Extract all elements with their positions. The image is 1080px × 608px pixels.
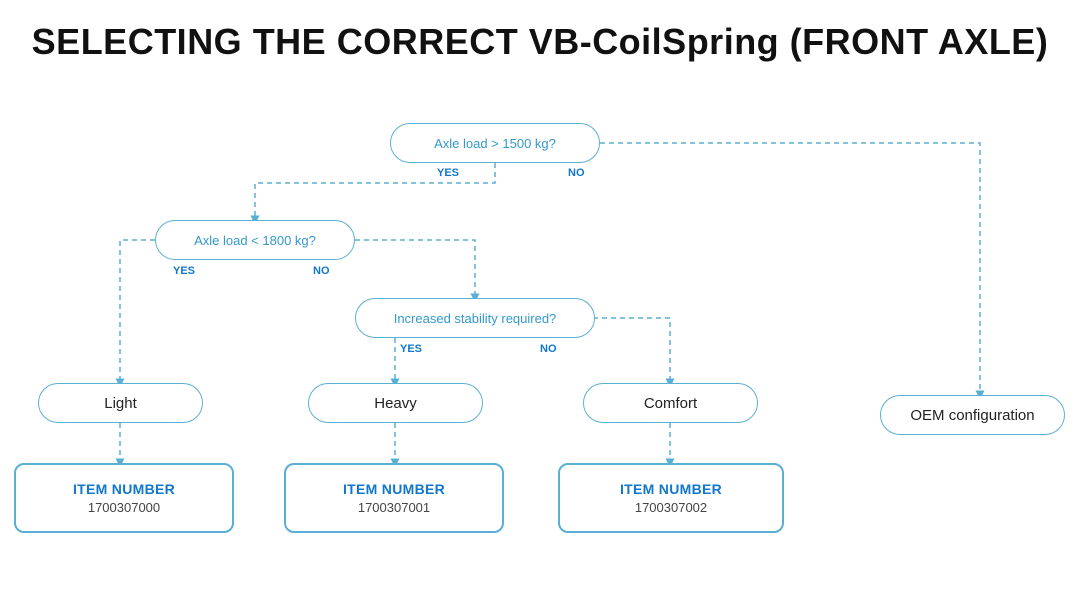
d2-yes-label: YES xyxy=(173,265,195,277)
d1-no-label: NO xyxy=(568,167,585,179)
decision-box-3: Increased stability required? xyxy=(355,298,595,338)
page: SELECTING THE CORRECT VB-CoilSpring (FRO… xyxy=(0,0,1080,608)
decision-box-2: Axle load < 1800 kg? xyxy=(155,220,355,260)
d3-no-label: NO xyxy=(540,343,557,355)
result-heavy: Heavy xyxy=(308,383,483,423)
page-title: SELECTING THE CORRECT VB-CoilSpring (FRO… xyxy=(0,0,1080,62)
item-box-1: ITEM NUMBER 1700307000 xyxy=(14,463,234,533)
d2-no-label: NO xyxy=(313,265,330,277)
d1-yes-label: YES xyxy=(437,167,459,179)
result-oem: OEM configuration xyxy=(880,395,1065,435)
result-comfort: Comfort xyxy=(583,383,758,423)
d3-yes-label: YES xyxy=(400,343,422,355)
decision-box-1: Axle load > 1500 kg? xyxy=(390,123,600,163)
result-light: Light xyxy=(38,383,203,423)
item-box-2: ITEM NUMBER 1700307001 xyxy=(284,463,504,533)
item-box-3: ITEM NUMBER 1700307002 xyxy=(558,463,784,533)
diagram: Axle load > 1500 kg? YES NO Axle load < … xyxy=(0,105,1080,608)
